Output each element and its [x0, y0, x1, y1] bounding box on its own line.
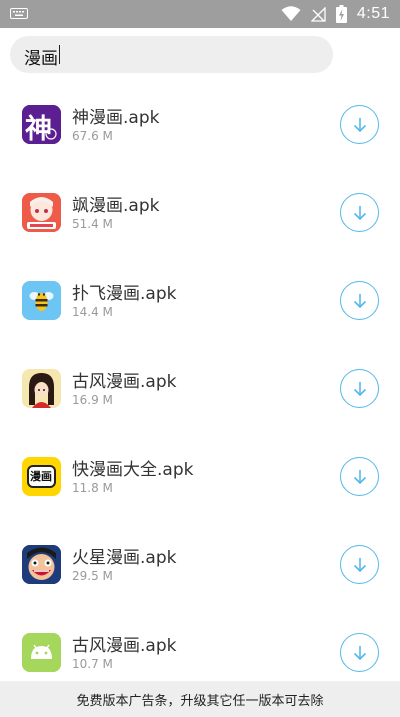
download-button[interactable]	[340, 545, 379, 584]
download-button[interactable]	[340, 369, 379, 408]
download-arrow-icon	[353, 469, 366, 484]
app-size: 16.9 M	[72, 393, 113, 407]
no-signal-icon	[310, 6, 326, 22]
status-bar: 4:51	[0, 0, 400, 28]
download-arrow-icon	[353, 381, 366, 396]
download-arrow-icon	[353, 645, 366, 660]
keyboard-icon	[10, 8, 28, 19]
shen-glyph: 神	[25, 114, 52, 144]
app-name: 神漫画.apk	[72, 108, 160, 128]
gufeng-manhua-icon	[22, 369, 61, 408]
app-size: 51.4 M	[72, 217, 113, 231]
download-button[interactable]	[340, 457, 379, 496]
list-item[interactable]: 古风漫画.apk 16.9 M	[0, 344, 400, 432]
app-size: 67.6 M	[72, 129, 113, 143]
app-name: 扑飞漫画.apk	[72, 284, 177, 304]
android-icon	[22, 633, 61, 672]
download-arrow-icon	[353, 117, 366, 132]
list-item[interactable]: 神 神漫画.apk 67.6 M	[0, 80, 400, 168]
app-name: 快漫画大全.apk	[72, 460, 194, 480]
pufei-manhua-icon	[22, 281, 61, 320]
ad-banner-text: 免费版本广告条，升级其它任一版本可去除	[76, 693, 324, 709]
download-arrow-icon	[353, 557, 366, 572]
app-name: 火星漫画.apk	[72, 548, 177, 568]
download-arrow-icon	[353, 205, 366, 220]
search-query: 漫画	[24, 49, 58, 69]
manhua-badge-text: 漫画	[30, 470, 52, 483]
battery-charging-icon	[335, 5, 347, 23]
ad-banner[interactable]: 免费版本广告条，升级其它任一版本可去除	[0, 681, 400, 717]
list-item[interactable]: 漫画 快漫画大全.apk 11.8 M	[0, 432, 400, 520]
download-button[interactable]	[340, 193, 379, 232]
app-name: 古风漫画.apk	[72, 636, 177, 656]
wifi-icon	[281, 6, 301, 21]
search-input[interactable]: 漫画	[10, 36, 333, 73]
list-item[interactable]: 飒漫画.apk 51.4 M	[0, 168, 400, 256]
app-size: 14.4 M	[72, 305, 113, 319]
kuai-manhua-icon: 漫画	[22, 457, 61, 496]
text-cursor	[59, 45, 60, 64]
app-size: 11.8 M	[72, 481, 113, 495]
list-item[interactable]: 火星漫画.apk 29.5 M	[0, 520, 400, 608]
download-button[interactable]	[340, 281, 379, 320]
app-size: 29.5 M	[72, 569, 113, 583]
download-button[interactable]	[340, 633, 379, 672]
download-arrow-icon	[353, 293, 366, 308]
download-button[interactable]	[340, 105, 379, 144]
huoxing-manhua-icon	[22, 545, 61, 584]
shen-manhua-icon: 神	[22, 105, 61, 144]
app-size: 10.7 M	[72, 657, 113, 671]
app-name: 古风漫画.apk	[72, 372, 177, 392]
sa-manhua-icon	[22, 193, 61, 232]
list-item[interactable]: 扑飞漫画.apk 14.4 M	[0, 256, 400, 344]
app-name: 飒漫画.apk	[72, 196, 160, 216]
clock: 4:51	[356, 5, 390, 22]
